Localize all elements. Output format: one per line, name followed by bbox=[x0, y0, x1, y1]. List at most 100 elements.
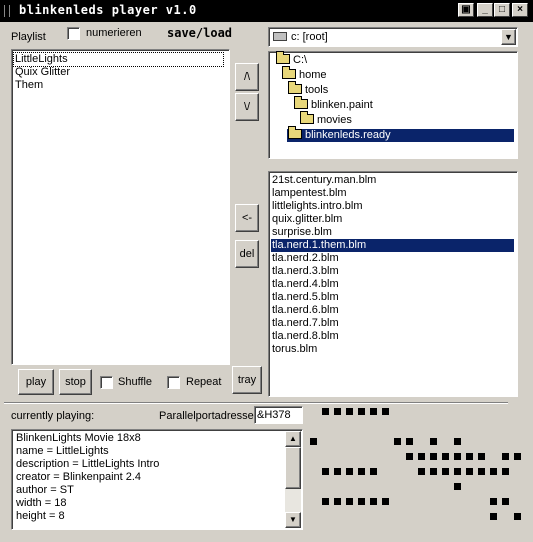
numerieren-label: numerieren bbox=[86, 27, 142, 39]
led-pixel bbox=[406, 453, 413, 460]
scroll-thumb[interactable] bbox=[285, 447, 301, 489]
folder-label: home bbox=[299, 69, 327, 81]
led-pixel bbox=[466, 453, 473, 460]
led-pixel bbox=[406, 438, 413, 445]
close-button[interactable]: × bbox=[512, 3, 528, 17]
file-item[interactable]: tla.nerd.2.blm bbox=[271, 252, 339, 265]
info-line: name = LittleLights bbox=[16, 445, 109, 457]
file-item[interactable]: tla.nerd.4.blm bbox=[271, 278, 339, 291]
title-bar[interactable]: blinkenleds player v1.0 ▣ _ □ × bbox=[0, 0, 533, 22]
led-pixel bbox=[442, 453, 449, 460]
playlist-list[interactable]: LittleLights Quix Glitter Them bbox=[11, 49, 230, 365]
play-button[interactable]: play bbox=[18, 369, 54, 395]
led-pixel bbox=[382, 408, 389, 415]
movie-info-box[interactable]: BlinkenLights Movie 18x8 name = LittleLig… bbox=[11, 429, 303, 530]
led-pixel bbox=[478, 453, 485, 460]
file-item[interactable]: torus.blm bbox=[271, 343, 317, 356]
move-down-button[interactable]: \/ bbox=[235, 93, 259, 121]
led-pixel bbox=[490, 498, 497, 505]
led-pixel bbox=[478, 468, 485, 475]
file-item[interactable]: tla.nerd.3.blm bbox=[271, 265, 339, 278]
window-menu-icon[interactable] bbox=[4, 5, 10, 17]
file-item[interactable]: 21st.century.man.blm bbox=[271, 174, 376, 187]
folder-icon bbox=[288, 81, 302, 94]
led-pixel bbox=[370, 498, 377, 505]
led-pixel bbox=[502, 453, 509, 460]
shuffle-checkbox[interactable] bbox=[100, 376, 113, 389]
info-scrollbar[interactable]: ▲ ▼ bbox=[285, 431, 301, 528]
file-item[interactable]: lampentest.blm bbox=[271, 187, 347, 200]
drive-select[interactable]: c: [root] ▼ bbox=[268, 27, 518, 47]
info-line: creator = Blinkenpaint 2.4 bbox=[16, 471, 142, 483]
tray-button[interactable]: tray bbox=[232, 366, 262, 394]
scroll-up-icon[interactable]: ▲ bbox=[285, 431, 301, 447]
playlist-item[interactable]: LittleLights bbox=[13, 52, 224, 67]
folder-tree[interactable]: C:\ home tools blinken.paint movies blinkenle… bbox=[268, 51, 518, 159]
parallelport-label: Parallelportadresse: bbox=[159, 410, 257, 422]
led-pixel bbox=[334, 498, 341, 505]
folder-item[interactable]: movies bbox=[299, 111, 352, 127]
file-item[interactable]: littlelights.intro.blm bbox=[271, 200, 362, 213]
led-pixel bbox=[502, 468, 509, 475]
led-pixel bbox=[346, 408, 353, 415]
led-pixel bbox=[346, 468, 353, 475]
parallelport-input[interactable]: &H378 bbox=[254, 406, 303, 424]
info-line: author = ST bbox=[16, 484, 74, 496]
led-pixel bbox=[394, 438, 401, 445]
folder-item[interactable]: C:\ bbox=[275, 51, 308, 67]
info-line: BlinkenLights Movie 18x8 bbox=[16, 432, 141, 444]
folder-label: blinkenleds.ready bbox=[305, 129, 391, 141]
window-title: blinkenleds player v1.0 bbox=[19, 3, 197, 17]
file-item[interactable]: tla.nerd.6.blm bbox=[271, 304, 339, 317]
led-pixel bbox=[442, 468, 449, 475]
folder-label: movies bbox=[317, 114, 352, 126]
separator bbox=[4, 402, 508, 404]
led-pixel bbox=[430, 453, 437, 460]
folder-label: C:\ bbox=[293, 54, 308, 66]
led-pixel bbox=[346, 498, 353, 505]
led-pixel bbox=[382, 498, 389, 505]
info-line: height = 8 bbox=[16, 510, 65, 522]
add-to-playlist-button[interactable]: <- bbox=[235, 204, 259, 232]
led-pixel bbox=[358, 468, 365, 475]
file-item[interactable]: tla.nerd.7.blm bbox=[271, 317, 339, 330]
led-pixel bbox=[370, 408, 377, 415]
maximize-button[interactable]: □ bbox=[494, 3, 510, 17]
led-pixel bbox=[454, 468, 461, 475]
minimize-button[interactable]: _ bbox=[477, 3, 493, 17]
info-line: description = LittleLights Intro bbox=[16, 458, 160, 470]
printer-icon[interactable]: ▣ bbox=[458, 3, 474, 17]
info-line: width = 18 bbox=[16, 497, 67, 509]
folder-label: blinken.paint bbox=[311, 99, 373, 111]
file-item[interactable]: tla.nerd.5.blm bbox=[271, 291, 339, 304]
led-pixel bbox=[322, 468, 329, 475]
led-pixel bbox=[370, 468, 377, 475]
file-item[interactable]: surprise.blm bbox=[271, 226, 332, 239]
folder-label: tools bbox=[305, 84, 329, 96]
led-pixel bbox=[454, 438, 461, 445]
led-pixel bbox=[514, 513, 521, 520]
chevron-down-icon[interactable]: ▼ bbox=[501, 29, 516, 45]
folder-icon bbox=[276, 51, 290, 64]
led-preview bbox=[310, 408, 532, 534]
led-pixel bbox=[334, 468, 341, 475]
repeat-checkbox[interactable] bbox=[167, 376, 180, 389]
file-item[interactable]: quix.glitter.blm bbox=[271, 213, 342, 226]
file-item[interactable]: tla.nerd.8.blm bbox=[271, 330, 339, 343]
playlist-item[interactable]: Them bbox=[14, 79, 43, 92]
led-pixel bbox=[310, 438, 317, 445]
scroll-down-icon[interactable]: ▼ bbox=[285, 512, 301, 528]
stop-button[interactable]: stop bbox=[59, 369, 92, 395]
led-pixel bbox=[490, 513, 497, 520]
folder-icon bbox=[288, 126, 302, 139]
file-list[interactable]: 21st.century.man.blm lampentest.blm little… bbox=[268, 171, 518, 397]
save-load-button[interactable]: save/load bbox=[167, 26, 232, 40]
move-up-button[interactable]: /\ bbox=[235, 63, 259, 91]
shuffle-label: Shuffle bbox=[118, 376, 153, 388]
delete-button[interactable]: del bbox=[235, 240, 259, 268]
file-item[interactable]: tla.nerd.1.them.blm bbox=[271, 239, 514, 252]
folder-item[interactable]: blinkenleds.ready bbox=[287, 126, 514, 142]
playlist-item[interactable]: Quix Glitter bbox=[14, 66, 70, 79]
numerieren-checkbox[interactable] bbox=[67, 27, 80, 40]
led-pixel bbox=[430, 468, 437, 475]
